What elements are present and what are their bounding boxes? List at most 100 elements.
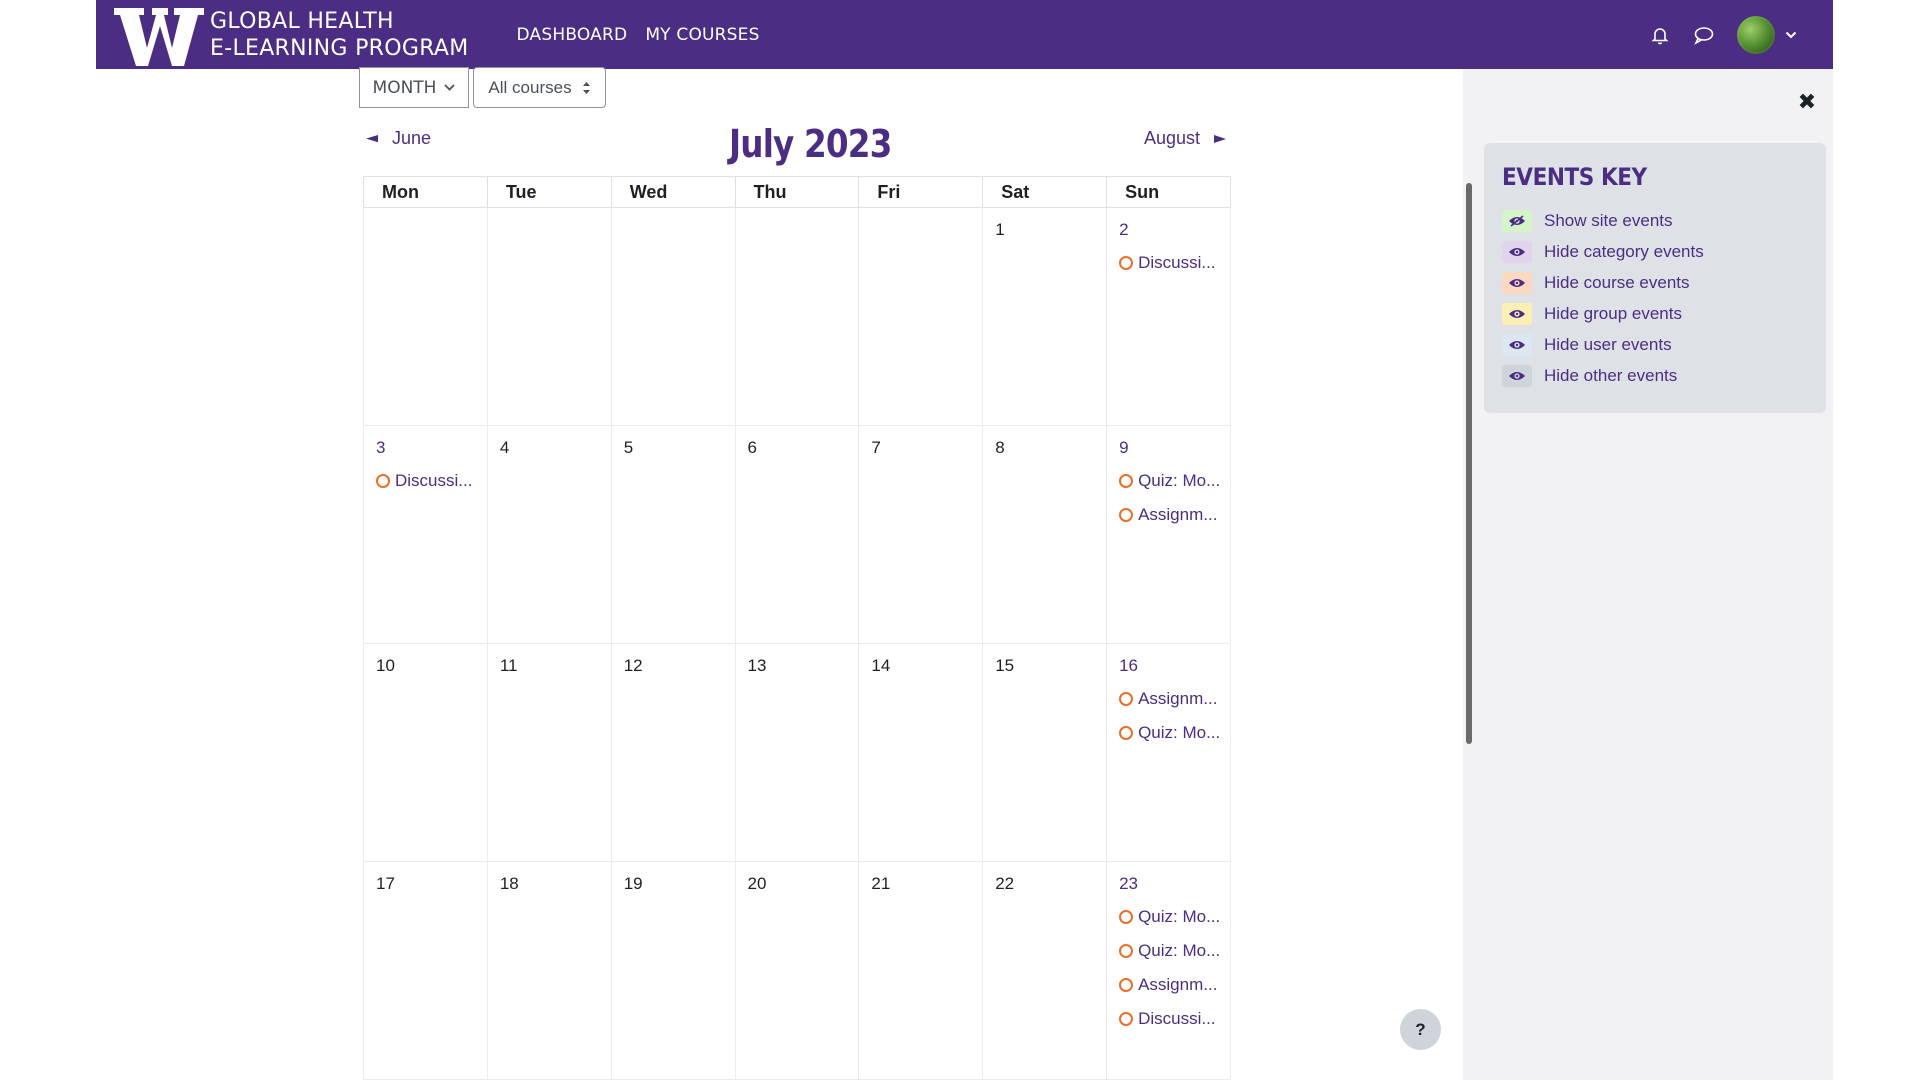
course-filter-select[interactable]: All courses <box>473 67 606 108</box>
event-title: Assignm... <box>1138 505 1218 524</box>
previous-month-link[interactable]: June <box>366 128 431 149</box>
calendar-day-cell[interactable]: 21 <box>858 861 984 1080</box>
messages-chat-icon[interactable] <box>1691 22 1717 48</box>
calendar-day-cell[interactable]: 7 <box>858 425 984 644</box>
calendar-day-cell[interactable]: 3 Discussi... <box>363 425 488 644</box>
day-number: 13 <box>747 656 767 675</box>
nav-dashboard-link[interactable]: DASHBOARD <box>517 25 628 45</box>
calendar-event-link[interactable]: Quiz: Mo... <box>1119 470 1230 492</box>
site-brand[interactable]: GLOBAL HEALTH E-LEARNING PROGRAM <box>114 0 469 69</box>
previous-month-label: June <box>392 128 432 148</box>
drawer-scrollbar[interactable] <box>1466 183 1472 744</box>
eye-icon <box>1502 333 1532 356</box>
day-number: 19 <box>623 874 643 893</box>
calendar-day-cell[interactable]: 17 <box>363 861 488 1080</box>
day-number[interactable]: 2 <box>1119 220 1230 242</box>
eye-icon <box>1502 271 1532 294</box>
calendar-day-cell[interactable]: 2 Discussi... <box>1106 207 1231 426</box>
help-button[interactable]: ? <box>1400 1009 1441 1050</box>
calendar-week-row: 17 18 19 20 21 22 23 Quiz: Mo... Quiz: Mo... Assi… <box>363 861 1231 1080</box>
events-key-toggle[interactable]: Show site events <box>1502 205 1808 236</box>
calendar-day-cell[interactable]: 22 <box>982 861 1108 1080</box>
day-number: 15 <box>995 656 1015 675</box>
calendar-event-link[interactable]: Discussi... <box>376 470 487 492</box>
day-number[interactable]: 3 <box>376 438 487 460</box>
calendar-event-link[interactable]: Assignm... <box>1119 688 1230 710</box>
event-title: Quiz: Mo... <box>1138 907 1221 926</box>
calendar-day-cell[interactable]: 19 <box>610 861 736 1080</box>
events-key-label: Hide other events <box>1544 365 1678 385</box>
event-title: Assignm... <box>1138 689 1218 708</box>
day-number <box>500 220 611 242</box>
calendar-day-cell <box>486 207 612 426</box>
calendar-event-link[interactable]: Assignm... <box>1119 974 1230 996</box>
course-event-icon <box>1119 256 1134 270</box>
calendar-day-cell[interactable]: 8 <box>982 425 1108 644</box>
calendar-day-cell[interactable]: 16 Assignm... Quiz: Mo... <box>1106 643 1231 862</box>
calendar-day-cell[interactable]: 5 <box>610 425 736 644</box>
calendar-event-link[interactable]: Quiz: Mo... <box>1119 722 1230 744</box>
events-key-toggle[interactable]: Hide other events <box>1502 360 1808 391</box>
day-number: 17 <box>376 874 395 893</box>
event-title: Discussi... <box>1138 253 1216 272</box>
calendar-event-link[interactable]: Quiz: Mo... <box>1119 940 1230 962</box>
calendar-day-cell[interactable]: 12 <box>610 643 736 862</box>
calendar-day-cell[interactable]: 10 <box>363 643 488 862</box>
events-key-toggle[interactable]: Hide user events <box>1502 329 1808 360</box>
top-navbar: GLOBAL HEALTH E-LEARNING PROGRAM DASHBOA… <box>96 0 1833 69</box>
calendar-day-cell[interactable]: 4 <box>486 425 612 644</box>
day-number[interactable]: 9 <box>1119 438 1230 460</box>
calendar-event-link[interactable]: Assignm... <box>1119 504 1230 526</box>
events-key-toggle[interactable]: Hide course events <box>1502 267 1808 298</box>
calendar-day-cell[interactable]: 6 <box>734 425 860 644</box>
chevron-down-icon <box>1785 31 1797 38</box>
site-name-line1: GLOBAL HEALTH <box>210 8 394 34</box>
events-key-label: Show site events <box>1544 210 1673 230</box>
eye-icon <box>1502 364 1532 387</box>
weekday-header: Fri <box>858 176 984 208</box>
course-event-icon <box>1119 726 1134 740</box>
next-month-link[interactable]: August <box>1144 128 1227 149</box>
events-key-toggle[interactable]: Hide category events <box>1502 236 1808 267</box>
calendar-day-cell[interactable]: 9 Quiz: Mo... Assignm... <box>1106 425 1231 644</box>
day-number <box>624 220 735 242</box>
current-month-title: July 2023 <box>729 122 892 166</box>
calendar-day-cell[interactable]: 23 Quiz: Mo... Quiz: Mo... Assignm... Discus… <box>1106 861 1231 1080</box>
calendar-event-link[interactable]: Discussi... <box>1119 1008 1230 1030</box>
calendar-event-link[interactable]: Discussi... <box>1119 252 1230 274</box>
close-drawer-icon[interactable]: ✖ <box>1795 90 1819 114</box>
events-key-toggle[interactable]: Hide group events <box>1502 298 1808 329</box>
calendar-view-dropdown[interactable]: MONTH <box>359 67 469 108</box>
nav-my-courses-link[interactable]: MY COURSES <box>645 25 759 45</box>
calendar-day-cell[interactable]: 18 <box>486 861 612 1080</box>
calendar-week-row: 1 2 Discussi... <box>363 207 1231 426</box>
day-number: 7 <box>871 438 881 457</box>
calendar-day-cell[interactable]: 15 <box>982 643 1108 862</box>
course-event-icon <box>376 474 390 488</box>
next-month-label: August <box>1144 128 1201 148</box>
user-menu-toggle[interactable] <box>1735 13 1797 56</box>
arrow-right-icon <box>1214 134 1227 143</box>
site-name-line2: E-LEARNING PROGRAM <box>210 35 469 61</box>
calendar-event-link[interactable]: Quiz: Mo... <box>1119 906 1230 928</box>
calendar-day-cell[interactable]: 11 <box>486 643 612 862</box>
chevron-down-icon <box>444 84 456 91</box>
notifications-bell-icon[interactable] <box>1647 22 1673 48</box>
calendar-day-cell <box>858 207 984 426</box>
events-key-list: Show site events Hide category events Hide… <box>1502 205 1808 391</box>
calendar-day-cell[interactable]: 1 <box>982 207 1108 426</box>
event-title: Assignm... <box>1138 975 1218 994</box>
events-key-label: Hide category events <box>1544 241 1704 261</box>
calendar-day-cell[interactable]: 13 <box>734 643 860 862</box>
events-key-label: Hide user events <box>1544 334 1672 354</box>
day-number: 12 <box>623 656 643 675</box>
course-event-icon <box>1119 978 1134 992</box>
event-title: Discussi... <box>395 471 473 490</box>
day-number: 5 <box>623 438 634 457</box>
day-number[interactable]: 16 <box>1119 656 1230 678</box>
course-filter-value: All courses <box>488 77 572 97</box>
calendar-day-cell[interactable]: 20 <box>734 861 860 1080</box>
calendar-day-cell[interactable]: 14 <box>858 643 984 862</box>
day-number[interactable]: 23 <box>1119 874 1230 896</box>
calendar-day-cell <box>734 207 860 426</box>
